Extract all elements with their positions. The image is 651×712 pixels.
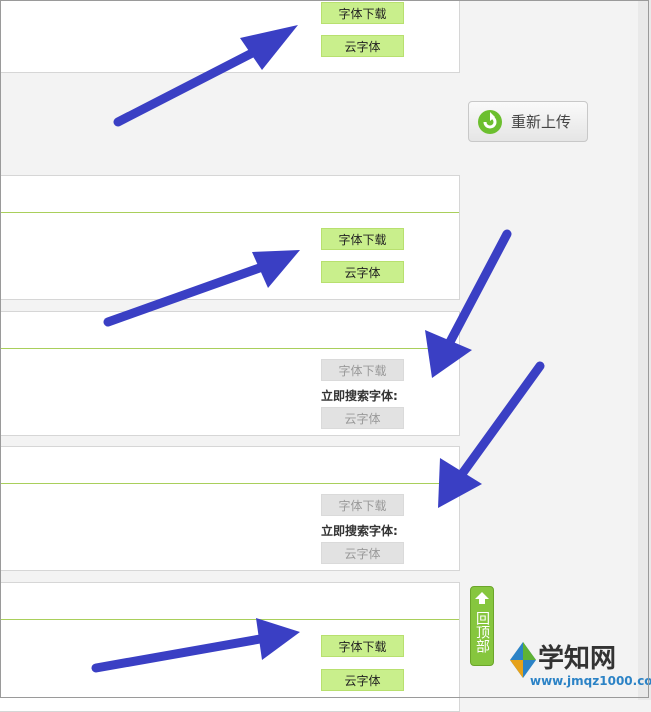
- font-download-button[interactable]: 字体下载: [321, 635, 404, 657]
- font-result-card-2: 字体下载 云字体: [0, 175, 460, 300]
- watermark-title: 学知网: [538, 644, 617, 674]
- font-result-card-5: 字体下载 云字体: [0, 582, 460, 712]
- search-now-label: 立即搜索字体:: [321, 524, 398, 538]
- font-download-button-disabled[interactable]: 字体下载: [321, 494, 404, 516]
- cloud-font-button[interactable]: 云字体: [321, 669, 404, 691]
- cloud-font-button[interactable]: 云字体: [321, 261, 404, 283]
- watermark-url: www.jmqz1000.com: [530, 674, 651, 688]
- font-download-button[interactable]: 字体下载: [321, 2, 404, 24]
- refresh-icon: [478, 109, 502, 134]
- reupload-label: 重新上传: [511, 113, 572, 131]
- cloud-font-button[interactable]: 云字体: [321, 35, 404, 57]
- card-header: [0, 176, 459, 213]
- font-download-button-disabled[interactable]: 字体下载: [321, 359, 404, 381]
- font-result-card-4: 字体下载 立即搜索字体: 云字体: [0, 446, 460, 571]
- watermark-logo: 学知网 www.jmqz1000.com: [508, 634, 651, 692]
- card-header: [0, 312, 459, 349]
- search-now-label: 立即搜索字体:: [321, 389, 398, 403]
- up-arrow-icon: [475, 592, 489, 604]
- font-download-button[interactable]: 字体下载: [321, 228, 404, 250]
- card-header: [0, 447, 459, 484]
- font-result-card-1: 字体下载 云字体: [0, 0, 460, 73]
- back-to-top-button[interactable]: 回顶部: [470, 586, 494, 666]
- back-to-top-label: 回顶部: [474, 611, 490, 653]
- card-header: [0, 583, 459, 620]
- right-margin: [638, 0, 651, 700]
- font-result-card-3: 字体下载 立即搜索字体: 云字体: [0, 311, 460, 436]
- cloud-font-button-disabled[interactable]: 云字体: [321, 542, 404, 564]
- cloud-font-button-disabled[interactable]: 云字体: [321, 407, 404, 429]
- reupload-button[interactable]: 重新上传: [468, 101, 588, 142]
